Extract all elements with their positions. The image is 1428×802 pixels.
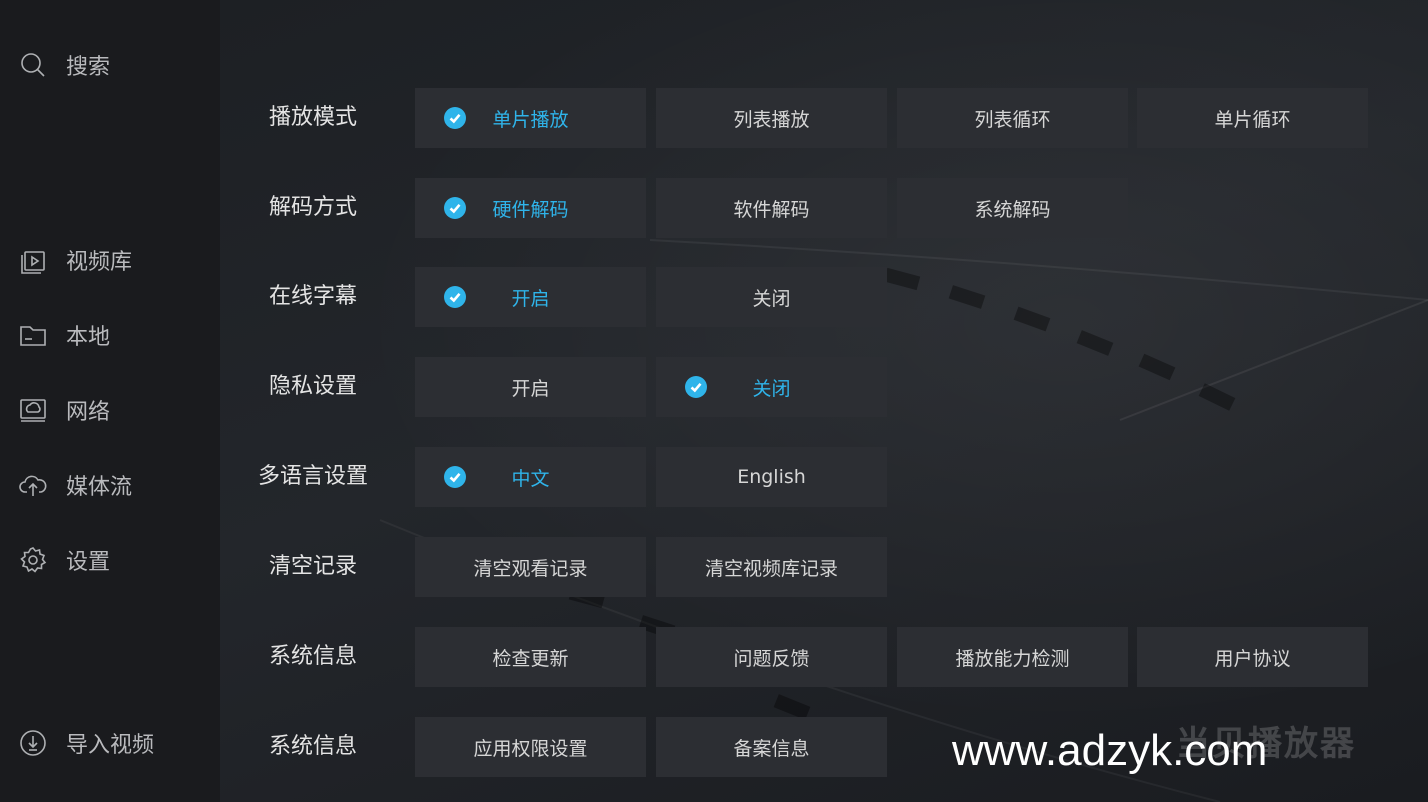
- option-label: 中文: [511, 467, 550, 490]
- gear-icon: [18, 545, 48, 575]
- sidebar-item-label: 网络: [66, 400, 111, 425]
- sidebar-item-local[interactable]: 本地: [18, 318, 110, 352]
- option-label: 硬件解码: [492, 198, 569, 221]
- option-label: 清空观看记录: [473, 557, 588, 580]
- sidebar-item-label: 设置: [66, 550, 111, 575]
- sidebar-item-media-stream[interactable]: 媒体流: [18, 468, 132, 502]
- sidebar-item-network[interactable]: 网络: [18, 393, 110, 427]
- check-icon: [444, 197, 466, 219]
- user-agreement-button[interactable]: 用户协议: [1137, 627, 1368, 687]
- feedback-button[interactable]: 问题反馈: [656, 627, 887, 687]
- option-label: 应用权限设置: [473, 737, 588, 760]
- option-system-decode[interactable]: 系统解码: [897, 178, 1128, 238]
- folder-icon: [18, 320, 48, 350]
- setting-label-play-mode: 播放模式: [268, 105, 357, 130]
- clear-watch-history-button[interactable]: 清空观看记录: [415, 537, 646, 597]
- option-label: 软件解码: [733, 198, 810, 221]
- option-language-english[interactable]: English: [656, 447, 887, 507]
- sidebar-item-settings[interactable]: 设置: [18, 543, 110, 577]
- option-subtitle-off[interactable]: 关闭: [656, 267, 887, 327]
- video-library-icon: [18, 245, 48, 275]
- app-permission-settings-button[interactable]: 应用权限设置: [415, 717, 646, 777]
- sidebar-search[interactable]: 搜索: [18, 48, 110, 82]
- option-list-loop[interactable]: 列表循环: [897, 88, 1128, 148]
- option-label: 单片循环: [1214, 108, 1291, 131]
- option-privacy-off[interactable]: 关闭: [656, 357, 887, 417]
- setting-label-system-info-2: 系统信息: [268, 734, 357, 759]
- network-icon: [18, 395, 48, 425]
- option-label: 检查更新: [492, 647, 569, 670]
- option-single-loop[interactable]: 单片循环: [1137, 88, 1368, 148]
- sidebar-item-label: 媒体流: [66, 475, 133, 500]
- check-update-button[interactable]: 检查更新: [415, 627, 646, 687]
- sidebar-import-video[interactable]: 导入视频: [18, 726, 154, 760]
- check-icon: [444, 466, 466, 488]
- setting-label-system-info: 系统信息: [268, 644, 357, 669]
- playback-capability-test-button[interactable]: 播放能力检测: [897, 627, 1128, 687]
- sidebar-item-label: 本地: [66, 325, 111, 350]
- option-privacy-on[interactable]: 开启: [415, 357, 646, 417]
- option-label: 清空视频库记录: [704, 557, 838, 580]
- setting-label-language: 多语言设置: [257, 464, 368, 489]
- option-label: 用户协议: [1214, 647, 1291, 670]
- option-software-decode[interactable]: 软件解码: [656, 178, 887, 238]
- option-label: 列表循环: [974, 108, 1051, 131]
- option-label: 单片播放: [492, 108, 569, 131]
- option-label: 播放能力检测: [955, 647, 1070, 670]
- watermark-url: www.adzyk.com: [952, 726, 1268, 775]
- option-single-play[interactable]: 单片播放: [415, 88, 646, 148]
- option-list-play[interactable]: 列表播放: [656, 88, 887, 148]
- option-label: 开启: [511, 287, 550, 310]
- option-label: 关闭: [752, 287, 791, 310]
- sidebar: 搜索 视频库 本地 网络 媒体流 设置 导入视频: [0, 0, 220, 802]
- download-circle-icon: [18, 728, 48, 758]
- option-hardware-decode[interactable]: 硬件解码: [415, 178, 646, 238]
- option-label: 问题反馈: [733, 647, 810, 670]
- filing-info-button[interactable]: 备案信息: [656, 717, 887, 777]
- cloud-upload-icon: [18, 470, 48, 500]
- search-icon: [18, 50, 48, 80]
- sidebar-search-label: 搜索: [66, 55, 111, 80]
- option-language-chinese[interactable]: 中文: [415, 447, 646, 507]
- sidebar-import-label: 导入视频: [66, 733, 155, 758]
- option-subtitle-on[interactable]: 开启: [415, 267, 646, 327]
- sidebar-item-label: 视频库: [66, 250, 133, 275]
- clear-library-history-button[interactable]: 清空视频库记录: [656, 537, 887, 597]
- option-label: 列表播放: [733, 108, 810, 131]
- setting-label-online-subtitle: 在线字幕: [268, 284, 357, 309]
- option-label: 关闭: [752, 377, 791, 400]
- setting-label-decode-mode: 解码方式: [268, 195, 357, 220]
- check-icon: [444, 286, 466, 308]
- check-icon: [444, 107, 466, 129]
- check-icon: [685, 376, 707, 398]
- option-label: 系统解码: [974, 198, 1051, 221]
- setting-label-privacy: 隐私设置: [268, 374, 357, 399]
- option-label: 备案信息: [733, 737, 810, 760]
- sidebar-item-video-library[interactable]: 视频库: [18, 243, 132, 277]
- setting-label-clear-records: 清空记录: [268, 554, 357, 579]
- option-label: English: [737, 466, 806, 488]
- option-label: 开启: [511, 377, 550, 400]
